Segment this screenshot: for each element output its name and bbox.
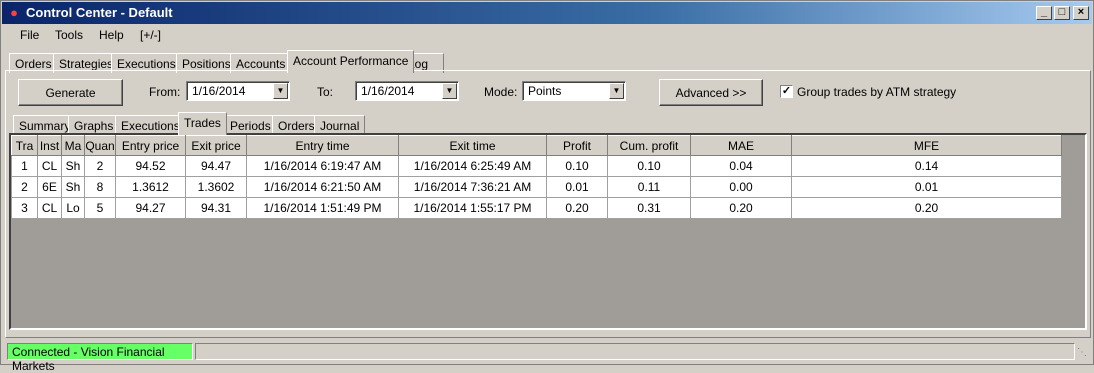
column-header-trade[interactable]: Tra (11, 135, 38, 156)
cell-entry-time: 1/16/2014 6:19:47 AM (246, 155, 399, 177)
menu-help[interactable]: Help (99, 28, 124, 42)
menu-expand-toggle[interactable]: [+/-] (140, 28, 161, 42)
cell-mfe: 0.14 (791, 155, 1062, 177)
cell-quantity: 8 (84, 176, 116, 198)
window-title: Control Center - Default (26, 5, 173, 20)
cell-trade: 3 (11, 197, 38, 219)
connection-status: Connected - Vision Financial Markets (7, 343, 193, 373)
to-date-value: 1/16/2014 (361, 84, 415, 98)
table-row[interactable]: 3 CL Lo 5 94.27 94.31 1/16/2014 1:51:49 … (11, 197, 1062, 219)
cell-market-position: Sh (61, 155, 85, 177)
table-row[interactable]: 1 CL Sh 2 94.52 94.47 1/16/2014 6:19:47 … (11, 155, 1062, 177)
from-date-picker[interactable]: 1/16/2014 ▼ (186, 81, 290, 101)
trades-table: Tra Inst Ma Quan Entry price Exit price … (11, 135, 1062, 219)
close-button[interactable]: × (1073, 6, 1089, 20)
column-header-instrument[interactable]: Inst (37, 135, 62, 156)
column-header-market-position[interactable]: Ma (61, 135, 85, 156)
chevron-down-icon[interactable]: ▼ (609, 83, 624, 99)
subtab-executions[interactable]: Executions (115, 115, 186, 135)
ninja-logo-icon: ● (10, 5, 18, 20)
column-header-cum-profit[interactable]: Cum. profit (607, 135, 691, 156)
cell-instrument: CL (37, 155, 62, 177)
cell-trade: 2 (11, 176, 38, 198)
menu-file[interactable]: File (20, 28, 39, 42)
to-label: To: (317, 85, 334, 99)
cell-entry-time: 1/16/2014 1:51:49 PM (246, 197, 399, 219)
cell-market-position: Sh (61, 176, 85, 198)
cell-instrument: 6E (37, 176, 62, 198)
cell-exit-price: 94.47 (185, 155, 247, 177)
menu-tools[interactable]: Tools (55, 28, 83, 42)
cell-exit-time: 1/16/2014 6:25:49 AM (398, 155, 547, 177)
subtab-trades[interactable]: Trades (178, 112, 227, 135)
table-header-row: Tra Inst Ma Quan Entry price Exit price … (11, 135, 1062, 156)
cell-exit-time: 1/16/2014 1:55:17 PM (398, 197, 547, 219)
subtab-periods[interactable]: Periods (224, 115, 277, 135)
cell-exit-time: 1/16/2014 7:36:21 AM (398, 176, 547, 198)
cell-quantity: 2 (84, 155, 116, 177)
to-date-picker[interactable]: 1/16/2014 ▼ (355, 81, 459, 101)
minimize-button[interactable]: _ (1036, 6, 1052, 20)
from-label: From: (149, 85, 181, 99)
menu-bar: File Tools Help [+/-] (2, 25, 1092, 45)
subtab-summary[interactable]: Summary (13, 115, 77, 135)
cell-trade: 1 (11, 155, 38, 177)
chevron-down-icon[interactable]: ▼ (442, 83, 457, 99)
cell-entry-price: 94.52 (115, 155, 186, 177)
tab-account-performance[interactable]: Account Performance (287, 50, 415, 73)
column-header-entry-time[interactable]: Entry time (246, 135, 399, 156)
cell-mfe: 0.20 (791, 197, 1062, 219)
cell-mfe: 0.01 (791, 176, 1062, 198)
group-trades-checkbox[interactable]: ✓ (780, 85, 793, 98)
column-header-entry-price[interactable]: Entry price (115, 135, 186, 156)
maximize-button[interactable]: □ (1054, 6, 1070, 20)
cell-quantity: 5 (84, 197, 116, 219)
status-panel-empty (195, 343, 1075, 360)
cell-entry-time: 1/16/2014 6:21:50 AM (246, 176, 399, 198)
column-header-exit-time[interactable]: Exit time (398, 135, 547, 156)
mode-label: Mode: (484, 85, 518, 99)
cell-exit-price: 94.31 (185, 197, 247, 219)
mode-select[interactable]: Points ▼ (522, 81, 626, 101)
cell-cum-profit: 0.11 (607, 176, 691, 198)
resize-grip-icon[interactable]: ⋱ (1077, 347, 1089, 359)
column-header-profit[interactable]: Profit (546, 135, 608, 156)
column-header-exit-price[interactable]: Exit price (185, 135, 247, 156)
column-header-mae[interactable]: MAE (690, 135, 792, 156)
cell-profit: 0.01 (546, 176, 608, 198)
status-bar: Connected - Vision Financial Markets ⋱ (5, 343, 1091, 373)
cell-mae: 0.00 (690, 176, 792, 198)
cell-entry-price: 94.27 (115, 197, 186, 219)
title-bar[interactable]: ● Control Center - Default _ □ × (2, 2, 1092, 24)
table-row[interactable]: 2 6E Sh 8 1.3612 1.3602 1/16/2014 6:21:5… (11, 176, 1062, 198)
advanced-button[interactable]: Advanced >> (659, 79, 763, 106)
subtab-journal[interactable]: Journal (314, 115, 366, 135)
cell-mae: 0.20 (690, 197, 792, 219)
control-center-window: ● Control Center - Default _ □ × File To… (0, 0, 1094, 373)
cell-market-position: Lo (61, 197, 85, 219)
subtab-graphs[interactable]: Graphs (68, 115, 120, 135)
mode-value: Points (528, 84, 562, 98)
cell-instrument: CL (37, 197, 62, 219)
cell-exit-price: 1.3602 (185, 176, 247, 198)
trades-grid[interactable]: Tra Inst Ma Quan Entry price Exit price … (9, 133, 1087, 330)
from-date-value: 1/16/2014 (192, 84, 246, 98)
cell-cum-profit: 0.10 (607, 155, 691, 177)
column-header-quantity[interactable]: Quan (84, 135, 116, 156)
cell-entry-price: 1.3612 (115, 176, 186, 198)
chevron-down-icon[interactable]: ▼ (273, 83, 288, 99)
performance-tab-strip: Summary Graphs Executions Trades Periods… (9, 112, 366, 135)
cell-cum-profit: 0.31 (607, 197, 691, 219)
cell-profit: 0.20 (546, 197, 608, 219)
cell-profit: 0.10 (546, 155, 608, 177)
group-trades-label: Group trades by ATM strategy (797, 85, 957, 99)
column-header-mfe[interactable]: MFE (791, 135, 1062, 156)
generate-button[interactable]: Generate (18, 79, 123, 106)
cell-mae: 0.04 (690, 155, 792, 177)
